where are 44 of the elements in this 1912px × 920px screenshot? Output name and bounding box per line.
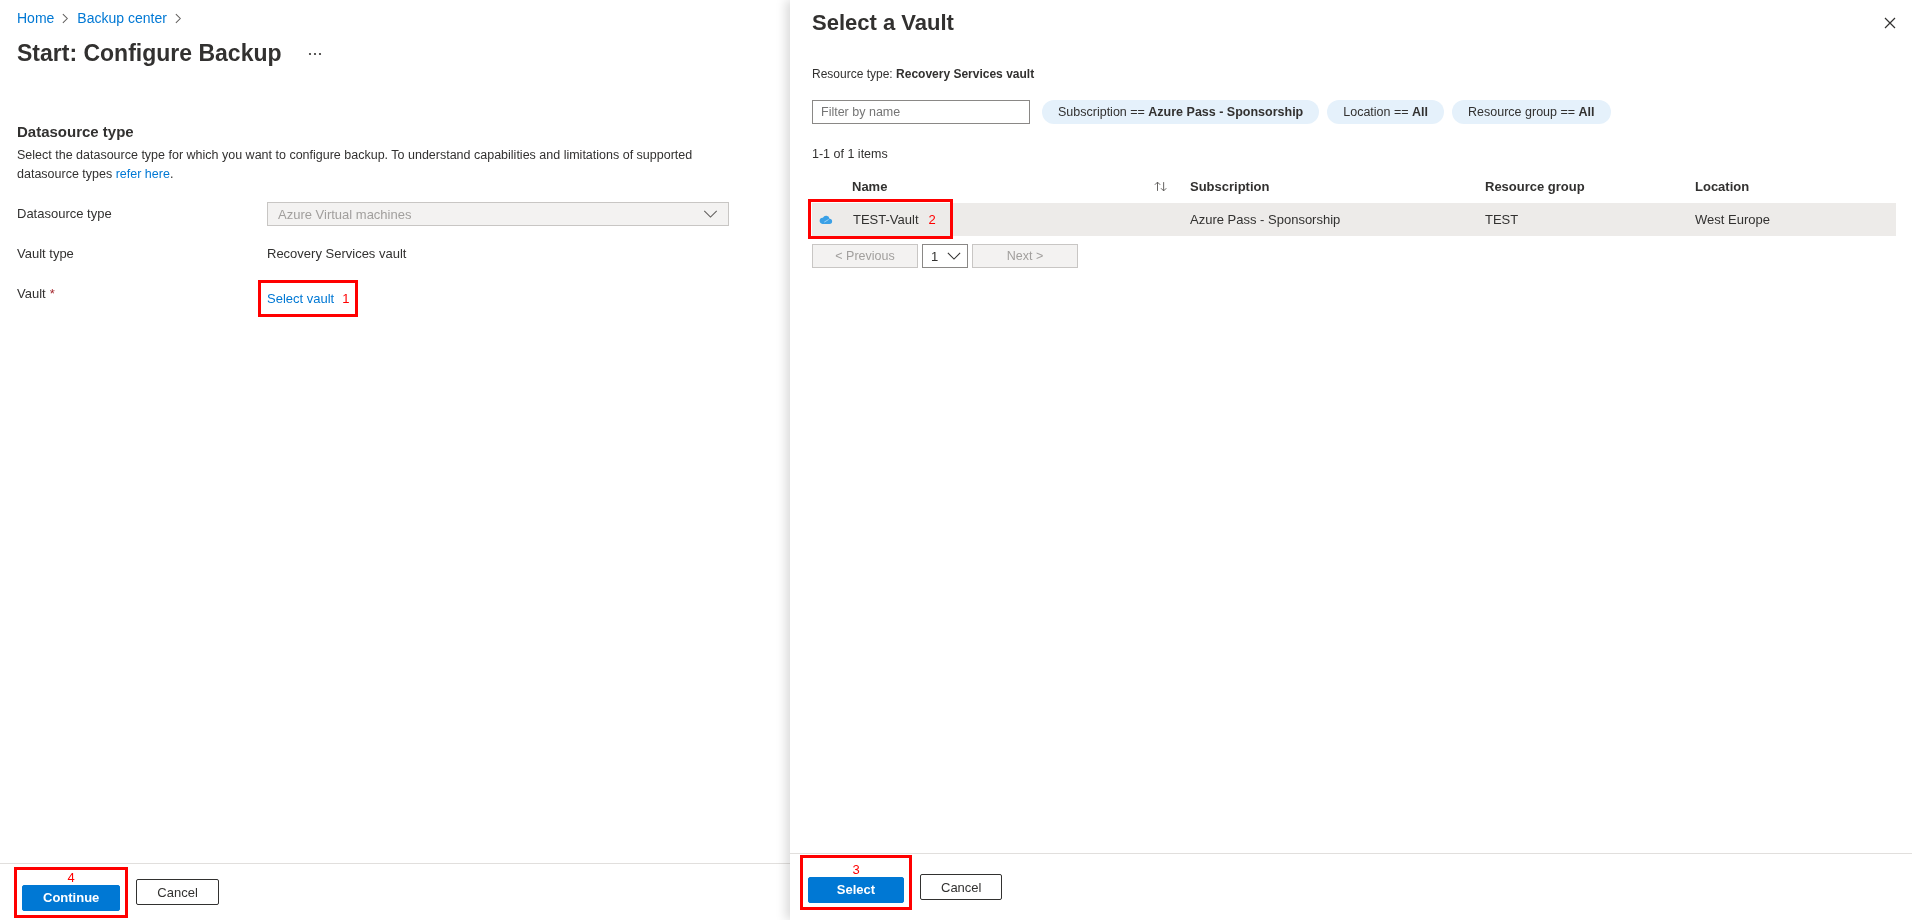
field-label: Vault type bbox=[17, 246, 74, 261]
annotation-number: 2 bbox=[928, 211, 936, 227]
annotation-number: 1 bbox=[342, 291, 350, 306]
section-description: Select the datasource type for which you want to configure backup. To understand capabilities and limitations of supported datasource types refer here. bbox=[17, 147, 694, 183]
table-cell: TEST bbox=[1485, 211, 1519, 227]
chevron-down-icon bbox=[947, 252, 961, 260]
section-heading: Datasource type bbox=[17, 123, 135, 140]
page-dropdown[interactable]: 1 bbox=[922, 244, 968, 268]
filter-pill[interactable]: Subscription == Azure Pass - Sponsorship bbox=[1042, 100, 1320, 124]
continue-button[interactable]: Continue bbox=[22, 884, 121, 911]
cloud-icon bbox=[819, 213, 833, 225]
sort-icon[interactable] bbox=[1154, 180, 1168, 192]
column-header[interactable]: Resource group bbox=[1485, 178, 1585, 194]
close-icon[interactable] bbox=[1884, 17, 1896, 29]
chevron-down-icon bbox=[703, 210, 718, 218]
filter-pill[interactable]: Location == All bbox=[1327, 100, 1445, 124]
field-label: Datasource type bbox=[17, 206, 112, 221]
select-vault-link[interactable]: Select vault bbox=[267, 291, 335, 306]
field-label: Vault bbox=[17, 286, 46, 301]
field-value: Recovery Services vault bbox=[267, 246, 407, 261]
cancel-button[interactable]: Cancel bbox=[920, 874, 1003, 900]
filter-pill[interactable]: Resource group == All bbox=[1452, 100, 1611, 124]
cancel-button[interactable]: Cancel bbox=[136, 879, 219, 905]
annotation-number: 4 bbox=[67, 869, 75, 885]
breadcrumb-link[interactable]: Backup center bbox=[77, 10, 167, 26]
resource-type-text: Resource type: Recovery Services vault bbox=[812, 67, 1036, 81]
required-mark: * bbox=[49, 286, 55, 301]
select-button[interactable]: Select bbox=[808, 876, 904, 903]
table-cell: West Europe bbox=[1695, 211, 1770, 227]
table-cell: Azure Pass - Sponsorship bbox=[1190, 211, 1341, 227]
breadcrumb-link[interactable]: Home bbox=[17, 10, 55, 26]
item-count: 1-1 of 1 items bbox=[812, 147, 889, 161]
filter-field[interactable]: Filter by name bbox=[812, 100, 1030, 124]
chevron-right-icon bbox=[62, 12, 70, 24]
refer-here-link[interactable]: refer here bbox=[115, 167, 170, 181]
column-header[interactable]: Subscription bbox=[1190, 178, 1270, 194]
column-header[interactable]: Name bbox=[852, 178, 888, 194]
page-title: Start: Configure Backup bbox=[17, 40, 282, 67]
chevron-right-icon bbox=[174, 12, 182, 24]
more-options-icon[interactable] bbox=[307, 51, 322, 56]
table-cell: TEST-Vault bbox=[853, 211, 919, 227]
annotation-number: 3 bbox=[852, 861, 860, 877]
panel-title: Select a Vault bbox=[812, 10, 954, 36]
column-header[interactable]: Location bbox=[1695, 178, 1750, 194]
